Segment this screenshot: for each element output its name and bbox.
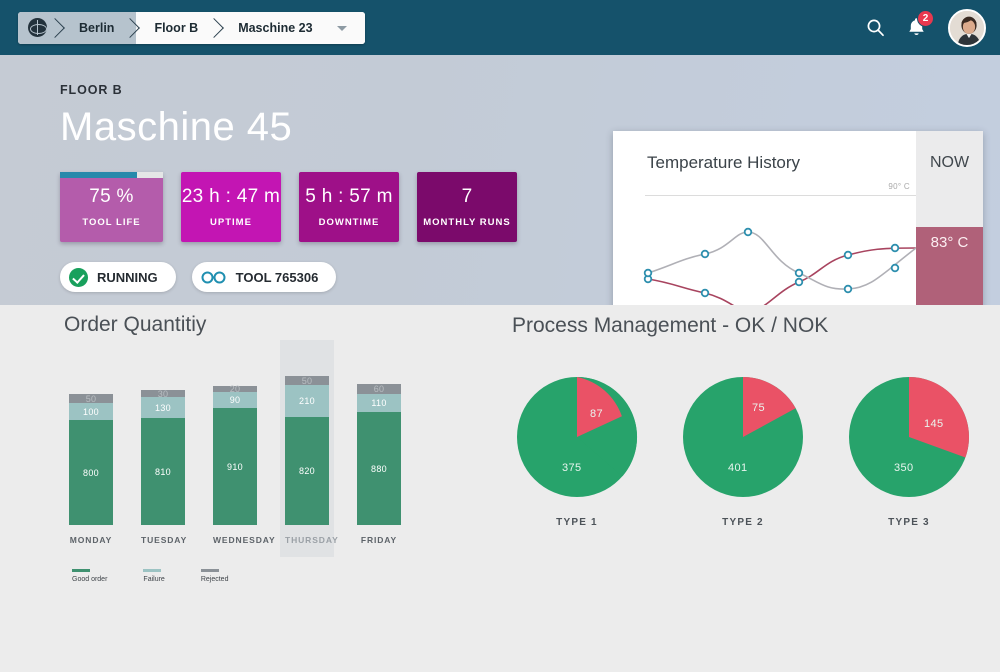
legend-item-rejected[interactable]: Rejected xyxy=(201,569,229,583)
kpi-label: UPTIME xyxy=(210,217,252,228)
machine-hero-section: FLOOR B Maschine 45 75 % TOOL LIFE 23 h … xyxy=(0,55,1000,305)
kpi-card-uptime[interactable]: 23 h : 47 m UPTIME xyxy=(181,172,281,242)
bar-column-thursday[interactable]: 50 210 820 xyxy=(285,365,329,525)
legend-item-good-order[interactable]: Good order xyxy=(72,569,107,583)
bar-column-monday[interactable]: 50 100 800 xyxy=(69,365,113,525)
bar-segment-failure: 210 xyxy=(285,385,329,417)
top-navigation-bar: Berlin Floor B Maschine 23 2 xyxy=(0,0,1000,55)
breadcrumb-label: Maschine 23 xyxy=(238,21,312,35)
bar-segment-good: 820 xyxy=(285,417,329,525)
breadcrumb-item-floor[interactable]: Floor B xyxy=(136,12,220,44)
bar-segment-failure: 100 xyxy=(69,403,113,420)
pie-chart-type-2[interactable]: 75 401 TYPE 2 xyxy=(682,376,804,528)
kpi-value: 75 % xyxy=(89,186,134,208)
status-badge-running[interactable]: RUNNING xyxy=(60,262,176,292)
breadcrumb[interactable]: Berlin Floor B Maschine 23 xyxy=(18,12,365,44)
avatar[interactable] xyxy=(948,9,986,47)
now-label: NOW xyxy=(916,131,983,195)
chevron-down-icon[interactable] xyxy=(337,26,347,31)
bar-segment-failure: 90 xyxy=(213,392,257,408)
day-axis-labels: MONDAY TUESDAY WEDNESDAY THURSDAY FRIDAY xyxy=(64,535,484,545)
order-quantity-bar-chart: 50 100 800 30 130 810 20 90 910 50 210 8… xyxy=(64,365,484,525)
pie-chart-type-1[interactable]: 87 375 TYPE 1 xyxy=(516,376,638,528)
bar-segment-good: 880 xyxy=(357,412,401,525)
topbar-actions: 2 xyxy=(866,0,986,55)
pie-label: TYPE 2 xyxy=(682,517,804,528)
search-icon[interactable] xyxy=(866,18,885,37)
kpi-value: 7 xyxy=(462,186,473,208)
status-badge-label: TOOL 765306 xyxy=(236,270,319,285)
legend-item-failure[interactable]: Failure xyxy=(143,569,164,583)
bar-segment-good: 800 xyxy=(69,420,113,525)
breadcrumb-item-berlin[interactable]: Berlin xyxy=(61,12,136,44)
breadcrumb-label: Berlin xyxy=(79,21,114,35)
bar-column-tuesday[interactable]: 30 130 810 xyxy=(141,365,185,525)
legend-swatch xyxy=(143,569,161,572)
day-label-wednesday[interactable]: WEDNESDAY xyxy=(213,535,257,545)
bar-segment-rejected: 30 xyxy=(141,390,185,397)
pie-chart-type-3[interactable]: 145 350 TYPE 3 xyxy=(848,376,970,528)
globe-icon xyxy=(28,18,47,37)
legend-swatch xyxy=(201,569,219,572)
bar-segment-good: 810 xyxy=(141,418,185,525)
tool-life-progress-bar xyxy=(60,172,163,178)
day-label-thursday[interactable]: THURSDAY xyxy=(285,535,329,545)
breadcrumb-item-machine[interactable]: Maschine 23 xyxy=(220,12,364,44)
breadcrumb-label: Floor B xyxy=(154,21,198,35)
notification-count-badge: 2 xyxy=(917,10,934,27)
notifications-bell-icon[interactable]: 2 xyxy=(907,17,926,38)
dashboard-lower-section: Order Quantitiy 50 100 800 30 130 810 20… xyxy=(0,305,1000,672)
tool-link-icon xyxy=(201,271,227,284)
bar-segment-good: 910 xyxy=(213,408,257,525)
legend-label: Failure xyxy=(143,576,164,583)
legend-label: Good order xyxy=(72,576,107,583)
kpi-card-monthly-runs[interactable]: 7 MONTHLY RUNS xyxy=(417,172,517,242)
bar-segment-failure: 110 xyxy=(357,394,401,412)
kpi-label: TOOL LIFE xyxy=(82,217,140,228)
day-label-friday[interactable]: FRIDAY xyxy=(357,535,401,545)
legend-label: Rejected xyxy=(201,576,229,583)
order-chart-legend: Good order Failure Rejected xyxy=(64,569,484,583)
bar-segment-rejected: 60 xyxy=(357,384,401,394)
process-pie-chart-group: 87 375 TYPE 1 75 401 TYPE 2 145 35 xyxy=(512,376,982,528)
kpi-value: 5 h : 57 m xyxy=(305,186,393,208)
process-panel-title: Process Management - OK / NOK xyxy=(512,314,982,338)
status-badge-label: RUNNING xyxy=(97,270,158,285)
status-badge-tool[interactable]: TOOL 765306 xyxy=(192,262,337,292)
process-management-panel: Process Management - OK / NOK 87 375 TYP… xyxy=(512,314,982,528)
legend-swatch xyxy=(72,569,90,572)
kpi-card-downtime[interactable]: 5 h : 57 m DOWNTIME xyxy=(299,172,399,242)
order-quantity-panel: Order Quantitiy 50 100 800 30 130 810 20… xyxy=(64,313,484,583)
breadcrumb-home[interactable] xyxy=(18,12,61,44)
gridline-label-top: 90° C xyxy=(888,182,910,191)
day-label-tuesday[interactable]: TUESDAY xyxy=(141,535,185,545)
order-panel-title: Order Quantitiy xyxy=(64,313,484,337)
kpi-label: MONTHLY RUNS xyxy=(423,217,510,228)
bar-column-friday[interactable]: 60 110 880 xyxy=(357,365,401,525)
current-temperature-value: 83° C xyxy=(916,227,983,251)
kpi-card-tool-life[interactable]: 75 % TOOL LIFE xyxy=(60,172,163,242)
floor-eyebrow: FLOOR B xyxy=(60,83,1000,97)
day-label-monday[interactable]: MONDAY xyxy=(69,535,113,545)
check-circle-icon xyxy=(69,268,88,287)
bar-segment-rejected: 50 xyxy=(69,394,113,403)
pie-label: TYPE 3 xyxy=(848,517,970,528)
kpi-label: DOWNTIME xyxy=(319,217,380,228)
bar-column-wednesday[interactable]: 20 90 910 xyxy=(213,365,257,525)
bar-segment-failure: 130 xyxy=(141,397,185,418)
bar-segment-rejected: 50 xyxy=(285,376,329,385)
pie-label: TYPE 1 xyxy=(516,517,638,528)
kpi-value: 23 h : 47 m xyxy=(182,186,280,208)
